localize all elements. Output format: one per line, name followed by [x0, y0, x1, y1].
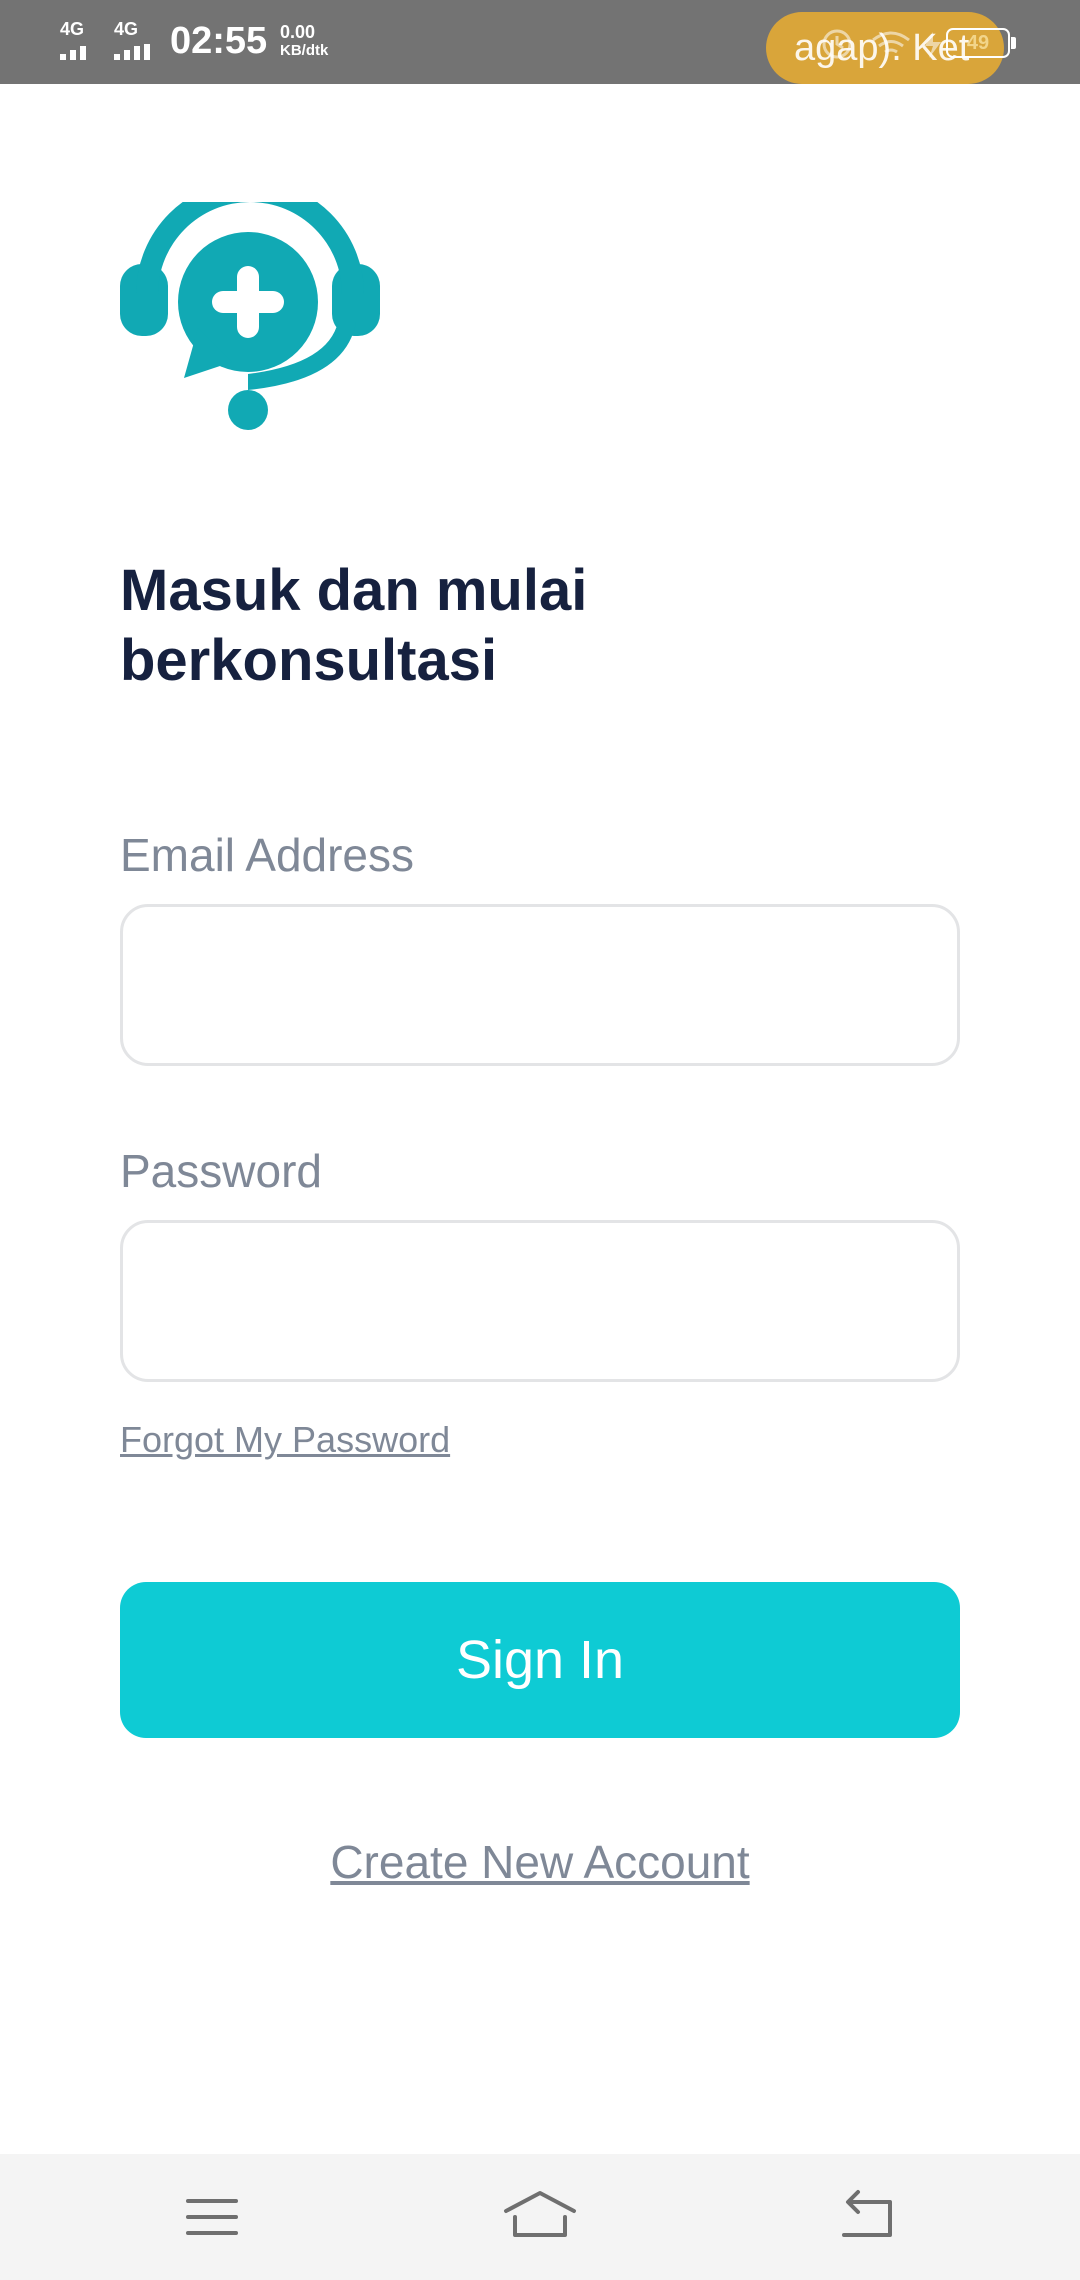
sign-in-button[interactable]: Sign In — [120, 1582, 960, 1738]
home-icon[interactable] — [500, 2184, 580, 2250]
signal-strength-icon: 4G — [114, 20, 164, 60]
back-icon[interactable] — [828, 2184, 908, 2250]
page-title: Masuk dan mulai berkonsultasi — [120, 556, 920, 696]
network-type-label: 4G — [60, 19, 85, 39]
email-label: Email Address — [120, 829, 415, 881]
network-type-label: 4G — [114, 19, 139, 39]
title-line-2: berkonsultasi — [120, 628, 498, 693]
create-account-link[interactable]: Create New Account — [0, 1834, 1080, 1890]
forgot-password-link[interactable]: Forgot My Password — [120, 1418, 450, 1462]
charging-icon — [925, 32, 941, 58]
network-speed-unit: KB/dtk — [280, 42, 329, 59]
network-speed-value: 0.00 — [280, 22, 316, 42]
password-field[interactable] — [120, 1220, 960, 1382]
email-field[interactable] — [120, 904, 960, 1066]
battery-icon: 49 — [946, 28, 1018, 58]
status-bar: 4G 4G 02:55 0.00 KB/dtk agap). Ket 49 — [0, 0, 1080, 84]
chat-headset-plus-icon — [120, 202, 380, 430]
battery-level: 49 — [966, 32, 990, 54]
clock: 02:55 — [170, 20, 268, 62]
wifi-icon — [872, 31, 910, 54]
password-label: Password — [120, 1145, 322, 1197]
network-speed: 0.00 KB/dtk — [280, 22, 350, 60]
system-nav-bar — [0, 2154, 1080, 2280]
signal-strength-icon: 4G — [60, 20, 104, 60]
login-screen: 4G 4G 02:55 0.00 KB/dtk agap). Ket 49 Ma… — [0, 0, 1080, 2280]
menu-icon[interactable] — [172, 2184, 252, 2250]
title-line-1: Masuk dan mulai — [120, 558, 588, 623]
